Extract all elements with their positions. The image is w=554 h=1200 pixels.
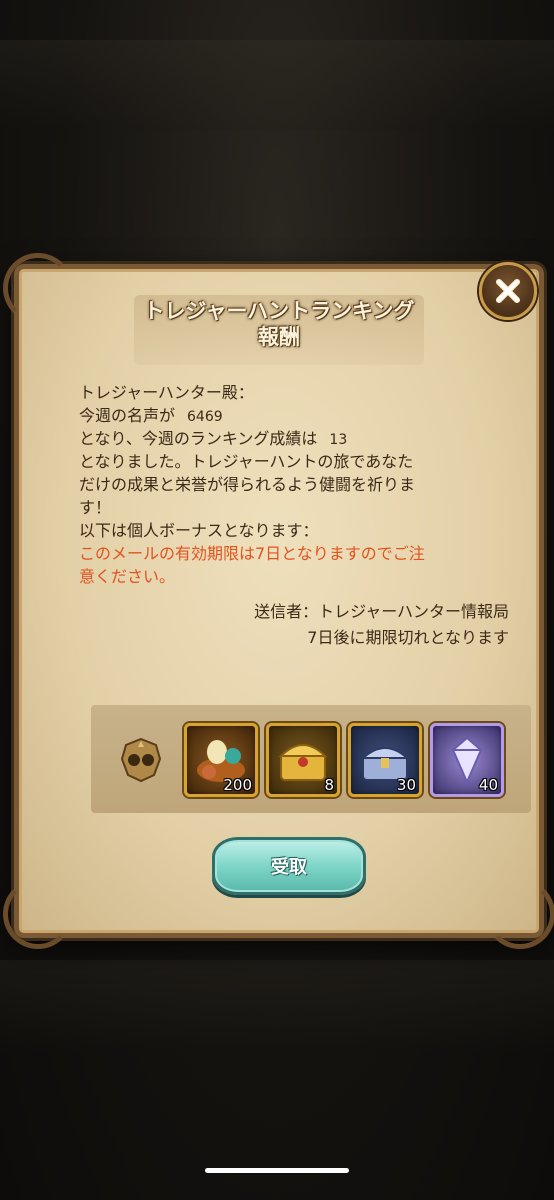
expiry-warning: このメールの有効期限は7日となりますのでご注 [79,544,425,563]
home-indicator[interactable] [205,1168,349,1173]
reward-item[interactable]: 8 [266,723,340,797]
expiry-notice: 7日後に期限切れとなります [307,628,509,647]
mail-body: トレジャーハンター殿： 今週の名声が 6469 となり、今週のランキング成績は 13… [79,381,519,588]
fame-value: 6469 [187,409,223,425]
reward-list[interactable]: 200 8 30 40 [91,705,531,813]
background-decor [0,960,554,1050]
rank-badge-icon [116,735,166,785]
body-text: す！ [79,498,112,517]
reward-mail-dialog: トレジャーハントランキング 報酬 トレジャーハンター殿： 今週の名声が 6469 … [3,253,554,949]
reward-item[interactable]: 200 [184,723,258,797]
bonus-intro: 以下は個人ボーナスとなります： [79,521,319,540]
close-button[interactable] [479,262,537,320]
ornament-corner [3,879,73,949]
close-icon [496,279,520,303]
background-decor [0,40,554,130]
rank-line: となり、今週のランキング成績は 13 [79,427,519,450]
body-text: だけの成果と栄誉が得られるよう健闘を祈りま [79,475,416,494]
reward-count: 8 [324,776,334,794]
fame-label: 今週の名声が [79,406,176,425]
reward-item[interactable]: 40 [430,723,504,797]
ornament-corner [485,879,554,949]
sender-block: 送信者：トレジャーハンター情報局 7日後に期限切れとなります [254,599,509,651]
receive-button-label: 受取 [271,857,307,878]
rank-label: となり、今週のランキング成績は [79,429,318,448]
reward-count: 200 [223,776,252,794]
receive-button[interactable]: 受取 [212,837,366,895]
rank-value: 13 [329,432,348,448]
reward-count: 30 [396,776,416,794]
reward-count: 40 [478,776,498,794]
reward-item[interactable]: 30 [348,723,422,797]
sender-name: 送信者：トレジャーハンター情報局 [254,602,509,621]
body-text: となりました。トレジャーハントの旅であなた [79,452,414,471]
expiry-warning: 意ください。 [79,567,176,586]
fame-line: 今週の名声が 6469 [79,404,519,427]
greeting: トレジャーハンター殿： [79,383,254,402]
dialog-subtitle: 報酬 [258,325,300,349]
